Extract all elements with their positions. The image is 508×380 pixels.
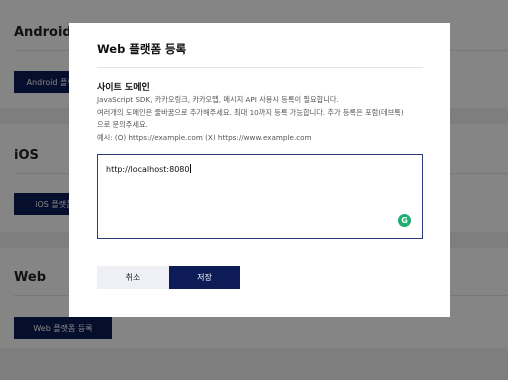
domain-value-text: http://localhost:8080 (106, 165, 190, 174)
help-line: 으로 문의주세요. (97, 120, 148, 129)
text-caret (190, 164, 192, 173)
help-line: 여러개의 도메인은 줄바꿈으로 추가해주세요. 최대 10까지 등록 가능합니다… (97, 107, 404, 117)
domain-textarea[interactable]: http://localhost:8080 G (97, 154, 423, 239)
domain-textarea-value: http://localhost:8080 (106, 164, 192, 174)
web-platform-modal: Web 플랫폼 등록 사이트 도메인 JavaScript SDK, 카카오링크… (69, 23, 450, 317)
save-button[interactable]: 저장 (169, 266, 240, 289)
site-domain-label: 사이트 도메인 (97, 83, 150, 93)
modal-title: Web 플랫폼 등록 (97, 42, 187, 56)
help-line: 예시: (O) https://example.com (X) https://… (97, 132, 312, 142)
cancel-button[interactable]: 취소 (97, 266, 169, 289)
grammarly-icon[interactable]: G (398, 214, 411, 227)
modal-divider (97, 67, 423, 68)
help-text: JavaScript SDK, 카카오링크, 카카오맵, 메시지 API 사용시… (97, 94, 427, 144)
help-line: JavaScript SDK, 카카오링크, 카카오맵, 메시지 API 사용시… (97, 95, 339, 104)
